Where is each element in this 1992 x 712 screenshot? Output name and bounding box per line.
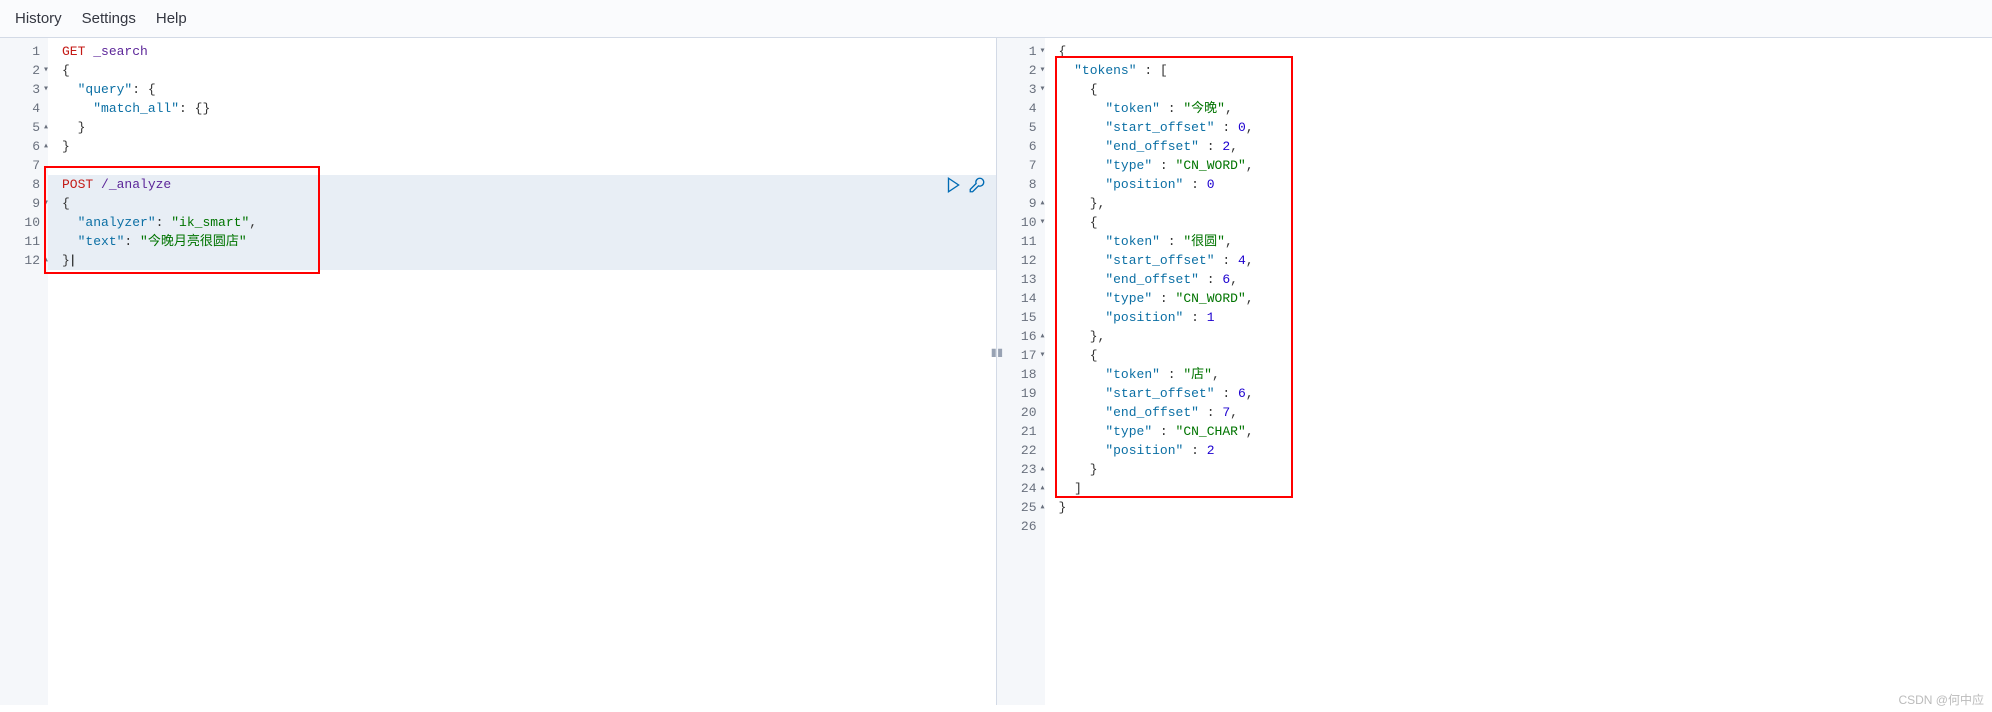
line-number: 14	[997, 289, 1037, 308]
code-line[interactable]: GET _search	[62, 42, 996, 61]
response-viewer-pane: 1▾2▾3▾456789▴10▾111213141516▴17▾18192021…	[997, 38, 1992, 705]
code-line[interactable]: },	[1059, 327, 1992, 346]
line-number: 5	[997, 118, 1037, 137]
line-number: 10	[0, 213, 40, 232]
code-line[interactable]	[1059, 517, 1992, 536]
code-line[interactable]: {	[1059, 346, 1992, 365]
code-line[interactable]: {	[62, 194, 996, 213]
line-number: 19	[997, 384, 1037, 403]
line-number: 6▴	[0, 137, 40, 156]
code-line[interactable]: }	[62, 137, 996, 156]
line-number: 4	[0, 99, 40, 118]
wrench-icon[interactable]	[968, 176, 986, 194]
menu-settings[interactable]: Settings	[82, 10, 136, 27]
line-number: 9▾	[0, 194, 40, 213]
code-line[interactable]: "start_offset" : 0,	[1059, 118, 1992, 137]
code-line[interactable]: {	[1059, 42, 1992, 61]
code-line[interactable]: "position" : 0	[1059, 175, 1992, 194]
code-line[interactable]: {	[1059, 213, 1992, 232]
line-number: 2▾	[997, 61, 1037, 80]
code-line[interactable]: "token" : "很圆",	[1059, 232, 1992, 251]
line-number: 24▴	[997, 479, 1037, 498]
line-number: 18	[997, 365, 1037, 384]
watermark-text: CSDN @何中应	[1898, 691, 1984, 708]
line-number: 13	[997, 270, 1037, 289]
line-number: 3▾	[0, 80, 40, 99]
line-number: 6	[997, 137, 1037, 156]
editor-container: 12▾3▾45▴6▴789▾101112▴ GET _search{ "quer…	[0, 38, 1992, 705]
line-number: 21	[997, 422, 1037, 441]
request-editor-pane: 12▾3▾45▴6▴789▾101112▴ GET _search{ "quer…	[0, 38, 997, 705]
code-line[interactable]: "type" : "CN_WORD",	[1059, 289, 1992, 308]
code-line[interactable]: "match_all": {}	[62, 99, 996, 118]
line-number: 22	[997, 441, 1037, 460]
menu-help[interactable]: Help	[156, 10, 187, 27]
code-line[interactable]: },	[1059, 194, 1992, 213]
line-number: 5▴	[0, 118, 40, 137]
code-line[interactable]: "start_offset" : 6,	[1059, 384, 1992, 403]
code-line[interactable]: "text": "今晚月亮很圆店"	[62, 232, 996, 251]
play-icon[interactable]	[944, 176, 962, 194]
response-viewer[interactable]: { "tokens" : [ { "token" : "今晚", "start_…	[1045, 38, 1992, 705]
code-line[interactable]	[62, 156, 996, 175]
line-number: 16▴	[997, 327, 1037, 346]
line-number: 26	[997, 517, 1037, 536]
line-number: 1▾	[997, 42, 1037, 61]
left-gutter: 12▾3▾45▴6▴789▾101112▴	[0, 38, 48, 705]
code-line[interactable]: "query": {	[62, 80, 996, 99]
pane-splitter-icon[interactable]: ▮▮	[990, 344, 1003, 361]
code-line[interactable]: }	[62, 251, 996, 270]
line-number: 25▴	[997, 498, 1037, 517]
line-number: 23▴	[997, 460, 1037, 479]
right-gutter: 1▾2▾3▾456789▴10▾111213141516▴17▾18192021…	[997, 38, 1045, 705]
line-number: 3▾	[997, 80, 1037, 99]
code-line[interactable]: "end_offset" : 6,	[1059, 270, 1992, 289]
line-number: 7	[0, 156, 40, 175]
code-line[interactable]: {	[62, 61, 996, 80]
code-line[interactable]: ]	[1059, 479, 1992, 498]
line-number: 7	[997, 156, 1037, 175]
line-number: 4	[997, 99, 1037, 118]
line-number: 11	[0, 232, 40, 251]
line-number: 15	[997, 308, 1037, 327]
code-line[interactable]: }	[1059, 498, 1992, 517]
code-line[interactable]: "position" : 1	[1059, 308, 1992, 327]
line-number: 10▾	[997, 213, 1037, 232]
line-number: 20	[997, 403, 1037, 422]
code-line[interactable]: }	[1059, 460, 1992, 479]
code-line[interactable]: "tokens" : [	[1059, 61, 1992, 80]
line-number: 11	[997, 232, 1037, 251]
code-line[interactable]: "start_offset" : 4,	[1059, 251, 1992, 270]
line-number: 12▴	[0, 251, 40, 270]
line-number: 2▾	[0, 61, 40, 80]
line-number: 9▴	[997, 194, 1037, 213]
code-line[interactable]: "analyzer": "ik_smart",	[62, 213, 996, 232]
line-number: 8	[0, 175, 40, 194]
code-line[interactable]: "position" : 2	[1059, 441, 1992, 460]
menu-bar: History Settings Help	[0, 0, 1992, 38]
line-number: 1	[0, 42, 40, 61]
code-line[interactable]: "end_offset" : 2,	[1059, 137, 1992, 156]
request-editor[interactable]: GET _search{ "query": { "match_all": {} …	[48, 38, 996, 705]
line-number: 12	[997, 251, 1037, 270]
code-line[interactable]: POST /_analyze	[62, 175, 996, 194]
code-line[interactable]: "token" : "店",	[1059, 365, 1992, 384]
code-line[interactable]: }	[62, 118, 996, 137]
code-line[interactable]: "end_offset" : 7,	[1059, 403, 1992, 422]
code-line[interactable]: "type" : "CN_CHAR",	[1059, 422, 1992, 441]
code-line[interactable]: {	[1059, 80, 1992, 99]
code-line[interactable]: "type" : "CN_WORD",	[1059, 156, 1992, 175]
request-actions	[944, 176, 986, 194]
line-number: 8	[997, 175, 1037, 194]
code-line[interactable]: "token" : "今晚",	[1059, 99, 1992, 118]
menu-history[interactable]: History	[15, 10, 62, 27]
